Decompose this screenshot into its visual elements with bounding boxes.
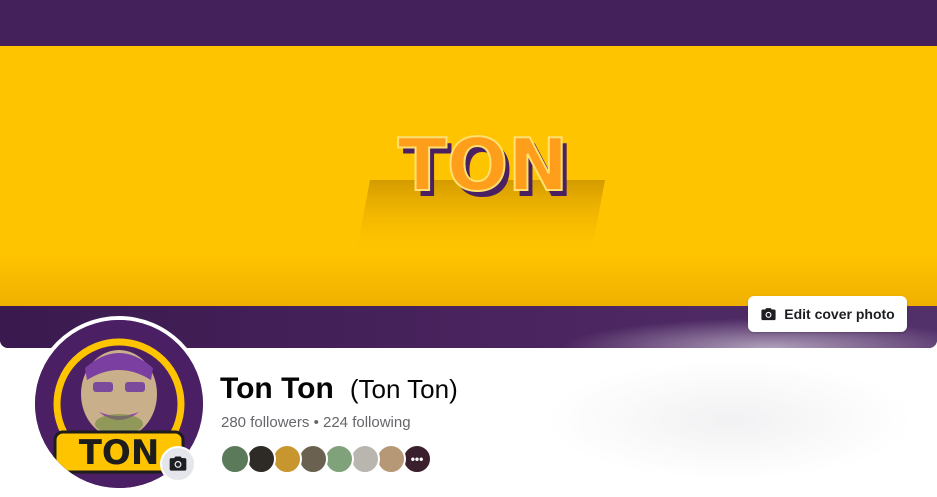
blurred-panel bbox=[545, 360, 915, 480]
friend-avatar[interactable] bbox=[272, 444, 302, 474]
profile-alternate-name: (Ton Ton) bbox=[349, 374, 458, 404]
friend-avatar[interactable] bbox=[376, 444, 406, 474]
camera-icon bbox=[761, 307, 776, 320]
edit-cover-photo-label: Edit cover photo bbox=[784, 306, 895, 322]
camera-icon bbox=[169, 456, 187, 471]
avatar-logo-text: TON bbox=[79, 433, 160, 473]
follow-stats: 280 followers • 224 following bbox=[221, 414, 411, 431]
friend-avatar[interactable] bbox=[350, 444, 380, 474]
friend-avatar[interactable] bbox=[220, 444, 250, 474]
cover-top-band bbox=[0, 0, 937, 46]
cover-photo[interactable]: TON TON Edit cover photo bbox=[0, 0, 937, 348]
friend-avatar[interactable] bbox=[246, 444, 276, 474]
more-friends-button[interactable]: ••• bbox=[402, 444, 432, 474]
cover-logo-text: TON bbox=[398, 123, 569, 207]
friend-avatars: ••• bbox=[220, 444, 432, 474]
profile-name: Ton Ton bbox=[220, 372, 334, 405]
ellipsis-icon: ••• bbox=[410, 452, 424, 466]
profile-name-row: Ton Ton (Ton Ton) bbox=[220, 372, 458, 406]
friend-avatar[interactable] bbox=[298, 444, 328, 474]
edit-cover-photo-button[interactable]: Edit cover photo bbox=[748, 296, 907, 332]
friend-avatar[interactable] bbox=[324, 444, 354, 474]
following-link[interactable]: 224 following bbox=[323, 414, 411, 431]
separator: • bbox=[313, 414, 319, 431]
cover-logo: TON TON bbox=[355, 122, 605, 260]
followers-link[interactable]: 280 followers bbox=[221, 414, 309, 431]
update-profile-picture-button[interactable] bbox=[160, 446, 196, 482]
